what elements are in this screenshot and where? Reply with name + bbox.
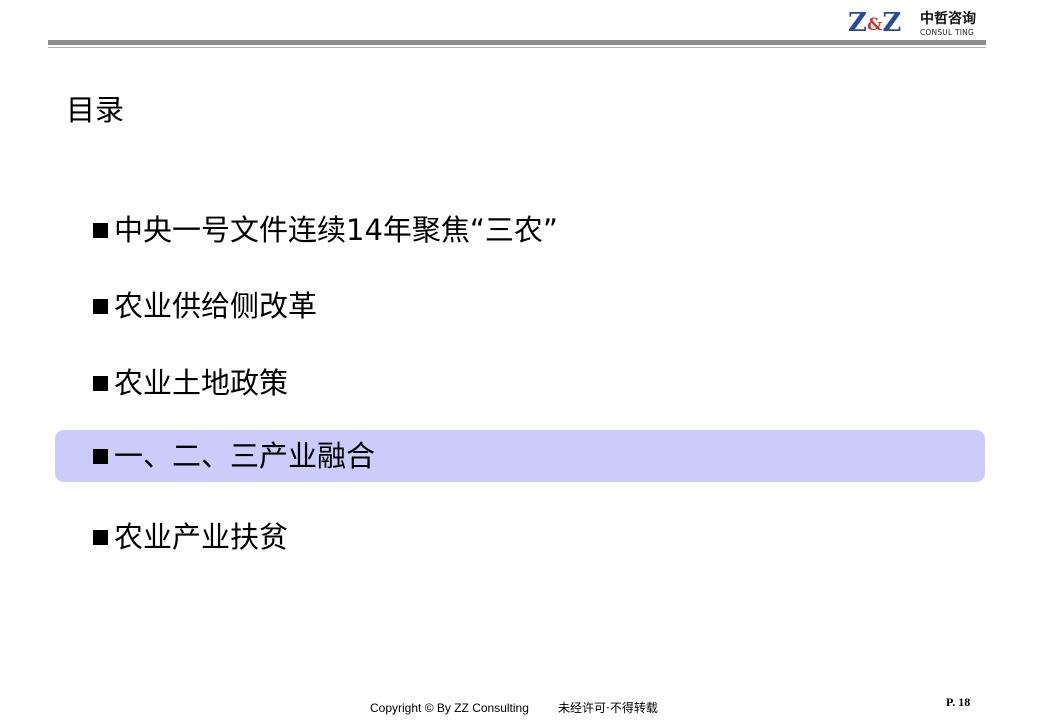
square-bullet-icon: [93, 375, 108, 391]
agenda-item-5[interactable]: 农业产业扶贫: [55, 511, 985, 563]
agenda-item-label: 中央一号文件连续14年聚焦“三农”: [114, 213, 558, 247]
copyright-text: Copyright © By ZZ Consulting: [370, 701, 529, 715]
agenda-item-4-active[interactable]: 一、二、三产业融合: [55, 430, 985, 482]
agenda-item-2[interactable]: 农业供给侧改革: [55, 280, 985, 332]
slide: Z&Z 中哲咨询 CONSUL TING 目录 中央一号文件连续14年聚焦“三农…: [0, 0, 1040, 720]
page-number: P. 18: [946, 695, 971, 709]
agenda-item-label: 一、二、三产业融合: [114, 439, 376, 473]
square-bullet-icon: [93, 298, 108, 314]
agenda-item-label: 农业土地政策: [114, 366, 289, 400]
agenda-item-1[interactable]: 中央一号文件连续14年聚焦“三农”: [55, 204, 985, 256]
agenda-item-3[interactable]: 农业土地政策: [55, 357, 985, 409]
square-bullet-icon: [93, 222, 108, 238]
agenda-item-label: 农业产业扶贫: [114, 520, 289, 554]
agenda-item-label: 农业供给侧改革: [114, 289, 318, 323]
square-bullet-icon: [93, 529, 108, 545]
agenda-list: 中央一号文件连续14年聚焦“三农” 农业供给侧改革 农业土地政策 一、二、三产业…: [0, 0, 1040, 720]
square-bullet-icon: [93, 448, 108, 464]
copyright-notice-cn: 未经许可·不得转载: [558, 701, 658, 715]
